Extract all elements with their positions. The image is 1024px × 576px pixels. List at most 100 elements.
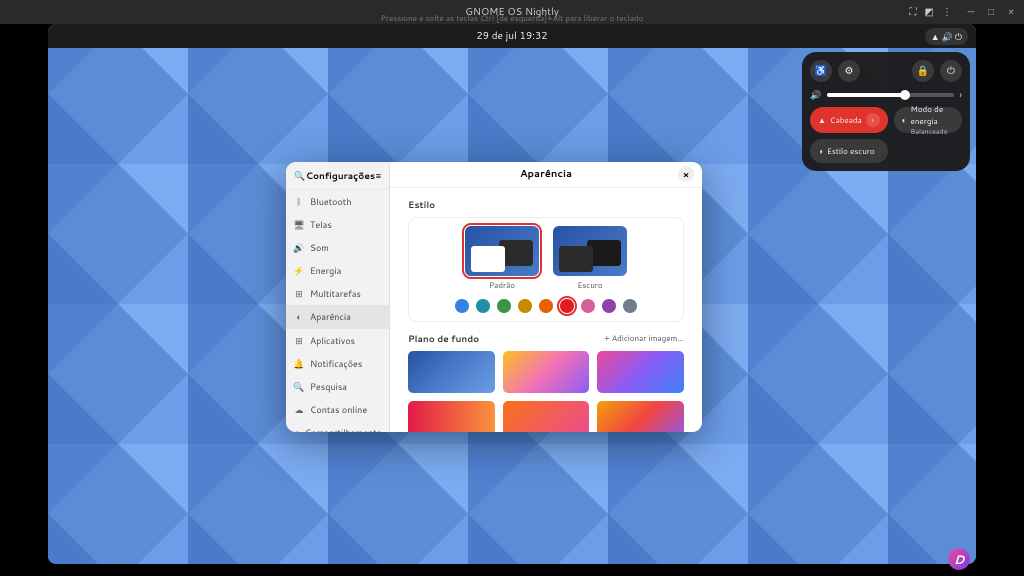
sidebar-item-aparência[interactable]: ◐ Aparência <box>286 305 389 328</box>
style-thumb-dark <box>553 226 627 276</box>
network-icon: ▲ <box>931 30 940 43</box>
sidebar-item-label: Multitarefas <box>310 287 361 300</box>
volume-slider-thumb[interactable] <box>900 90 910 100</box>
background-heading: Plano de fundo <box>408 332 479 345</box>
background-thumbnail[interactable] <box>597 401 684 432</box>
search-icon[interactable]: 🔍 <box>294 169 305 182</box>
fullscreen-icon[interactable]: ⛶ <box>910 5 917 19</box>
minimize-button[interactable]: — <box>964 5 978 19</box>
sidebar-header: 🔍 Configurações ≡ <box>286 162 389 190</box>
wired-icon: ▲ <box>818 114 826 126</box>
settings-gear-icon[interactable]: ⚙ <box>838 60 860 82</box>
dark-style-icon: ◑ <box>818 145 823 157</box>
desktop: 29 de jul 19:32 ▲ 🔊 ⏻ ♿ ⚙ 🔒 ⏻ 🔊 <box>48 24 976 564</box>
sidebar-item-label: Energia <box>310 264 341 277</box>
sidebar-item-bluetooth[interactable]: ᛒ Bluetooth <box>286 190 389 213</box>
style-label-default: Padrão <box>489 279 515 291</box>
hamburger-icon[interactable]: ≡ <box>376 169 381 182</box>
screenshot-icon[interactable]: ◩ <box>925 5 934 19</box>
power-menu-icon[interactable]: ⏻ <box>940 60 962 82</box>
network-pill[interactable]: ▲ Cabeada › <box>810 107 888 133</box>
sidebar-item-icon: ⊞ <box>294 334 304 347</box>
power-mode-pill[interactable]: ◐ Modo de energia Balanceado <box>894 107 962 133</box>
sidebar-item-notificações[interactable]: 🔔 Notificações <box>286 352 389 375</box>
sidebar-item-pesquisa[interactable]: 🔍Pesquisa <box>286 375 389 398</box>
settings-window: 🔍 Configurações ≡ ᛒ Bluetooth 🖥 Telas 🔊 Som ⚡ E… <box>286 162 702 432</box>
style-heading: Estilo <box>408 198 684 211</box>
sidebar-item-contas-online[interactable]: ☁ Contas online <box>286 398 389 421</box>
accent-color[interactable] <box>623 299 637 313</box>
content-header: Aparência × <box>390 162 702 188</box>
chevron-right-icon[interactable]: › <box>960 88 962 101</box>
accent-color-row <box>455 299 637 313</box>
sidebar-item-icon: ⊞ <box>294 287 304 300</box>
sidebar-item-icon: ◐ <box>294 310 304 323</box>
sidebar-item-aplicativos[interactable]: ⊞Aplicativos <box>286 328 389 352</box>
sidebar-item-label: Bluetooth <box>310 195 351 208</box>
sidebar-item-icon: < <box>294 426 299 432</box>
lock-icon[interactable]: 🔒 <box>912 60 934 82</box>
accent-color[interactable] <box>497 299 511 313</box>
style-label-dark: Escuro <box>577 279 602 291</box>
sidebar-item-icon: 🖥 <box>294 218 304 231</box>
menu-icon[interactable]: ⋮ <box>942 5 952 19</box>
network-label: Cabeada <box>830 114 862 126</box>
sidebar-item-label: Pesquisa <box>310 380 347 393</box>
background-thumbnail[interactable] <box>408 351 495 393</box>
sidebar-items: ᛒ Bluetooth 🖥 Telas 🔊 Som ⚡ Energia ⊞ Multitarefa… <box>286 190 389 432</box>
volume-slider[interactable] <box>827 93 953 97</box>
accent-color[interactable] <box>581 299 595 313</box>
background-thumbnail[interactable] <box>597 351 684 393</box>
volume-icon: 🔊 <box>942 30 953 43</box>
background-thumbnail[interactable] <box>503 401 590 432</box>
dark-style-label: Estilo escuro <box>827 145 875 157</box>
style-card: Padrão Escuro <box>408 217 684 322</box>
sidebar-title: Configurações <box>306 169 375 182</box>
accent-color[interactable] <box>602 299 616 313</box>
style-thumb-default <box>465 226 539 276</box>
sidebar-item-label: Contas online <box>310 403 367 416</box>
accent-color[interactable] <box>476 299 490 313</box>
settings-sidebar: 🔍 Configurações ≡ ᛒ Bluetooth 🖥 Telas 🔊 Som ⚡ E… <box>286 162 390 432</box>
style-option-default[interactable]: Padrão <box>465 226 539 291</box>
accessibility-icon[interactable]: ♿ <box>810 60 832 82</box>
sidebar-item-label: Telas <box>310 218 332 231</box>
power-mode-sub: Balanceado <box>911 127 954 137</box>
chevron-right-icon[interactable]: › <box>866 113 880 127</box>
accent-color[interactable] <box>539 299 553 313</box>
power-icon: ⏻ <box>955 30 962 43</box>
accent-color[interactable] <box>560 299 574 313</box>
sidebar-item-label: Compartilhamento <box>305 426 382 432</box>
power-mode-icon: ◐ <box>902 114 907 126</box>
sidebar-item-icon: ☁ <box>294 403 304 416</box>
add-image-button[interactable]: + Adicionar imagem… <box>604 332 684 344</box>
sidebar-item-multitarefas[interactable]: ⊞ Multitarefas <box>286 282 389 305</box>
sidebar-item-telas[interactable]: 🖥 Telas <box>286 213 389 236</box>
volume-slider-icon: 🔊 <box>810 88 821 101</box>
maximize-button[interactable]: □ <box>984 5 998 19</box>
sidebar-item-icon: 🔊 <box>294 241 304 254</box>
sidebar-item-label: Aparência <box>310 310 351 323</box>
clock[interactable]: 29 de jul 19:32 <box>476 29 547 43</box>
dark-style-pill[interactable]: ◑ Estilo escuro <box>810 139 888 163</box>
style-option-dark[interactable]: Escuro <box>553 226 627 291</box>
sidebar-item-icon: ᛒ <box>294 195 304 208</box>
sidebar-item-compartilhamento[interactable]: < Compartilhamento <box>286 421 389 432</box>
sidebar-item-icon: 🔔 <box>294 357 304 370</box>
accent-color[interactable] <box>518 299 532 313</box>
sidebar-item-icon: ⚡ <box>294 264 304 277</box>
sidebar-item-label: Notificações <box>310 357 362 370</box>
close-window-button[interactable]: × <box>678 166 694 182</box>
background-thumbnail[interactable] <box>503 351 590 393</box>
accent-color[interactable] <box>455 299 469 313</box>
page-title: Aparência <box>520 167 572 181</box>
sidebar-item-som[interactable]: 🔊 Som <box>286 236 389 259</box>
close-button[interactable]: × <box>1004 5 1018 19</box>
background-grid <box>408 351 684 432</box>
background-thumbnail[interactable] <box>408 401 495 432</box>
sidebar-item-energia[interactable]: ⚡ Energia <box>286 259 389 282</box>
system-tray[interactable]: ▲ 🔊 ⏻ <box>925 28 968 45</box>
sidebar-item-label: Som <box>310 241 329 254</box>
power-mode-label: Modo de energia <box>911 103 944 127</box>
vm-titlebar: GNOME OS Nightly Pressione e solte as te… <box>0 0 1024 24</box>
